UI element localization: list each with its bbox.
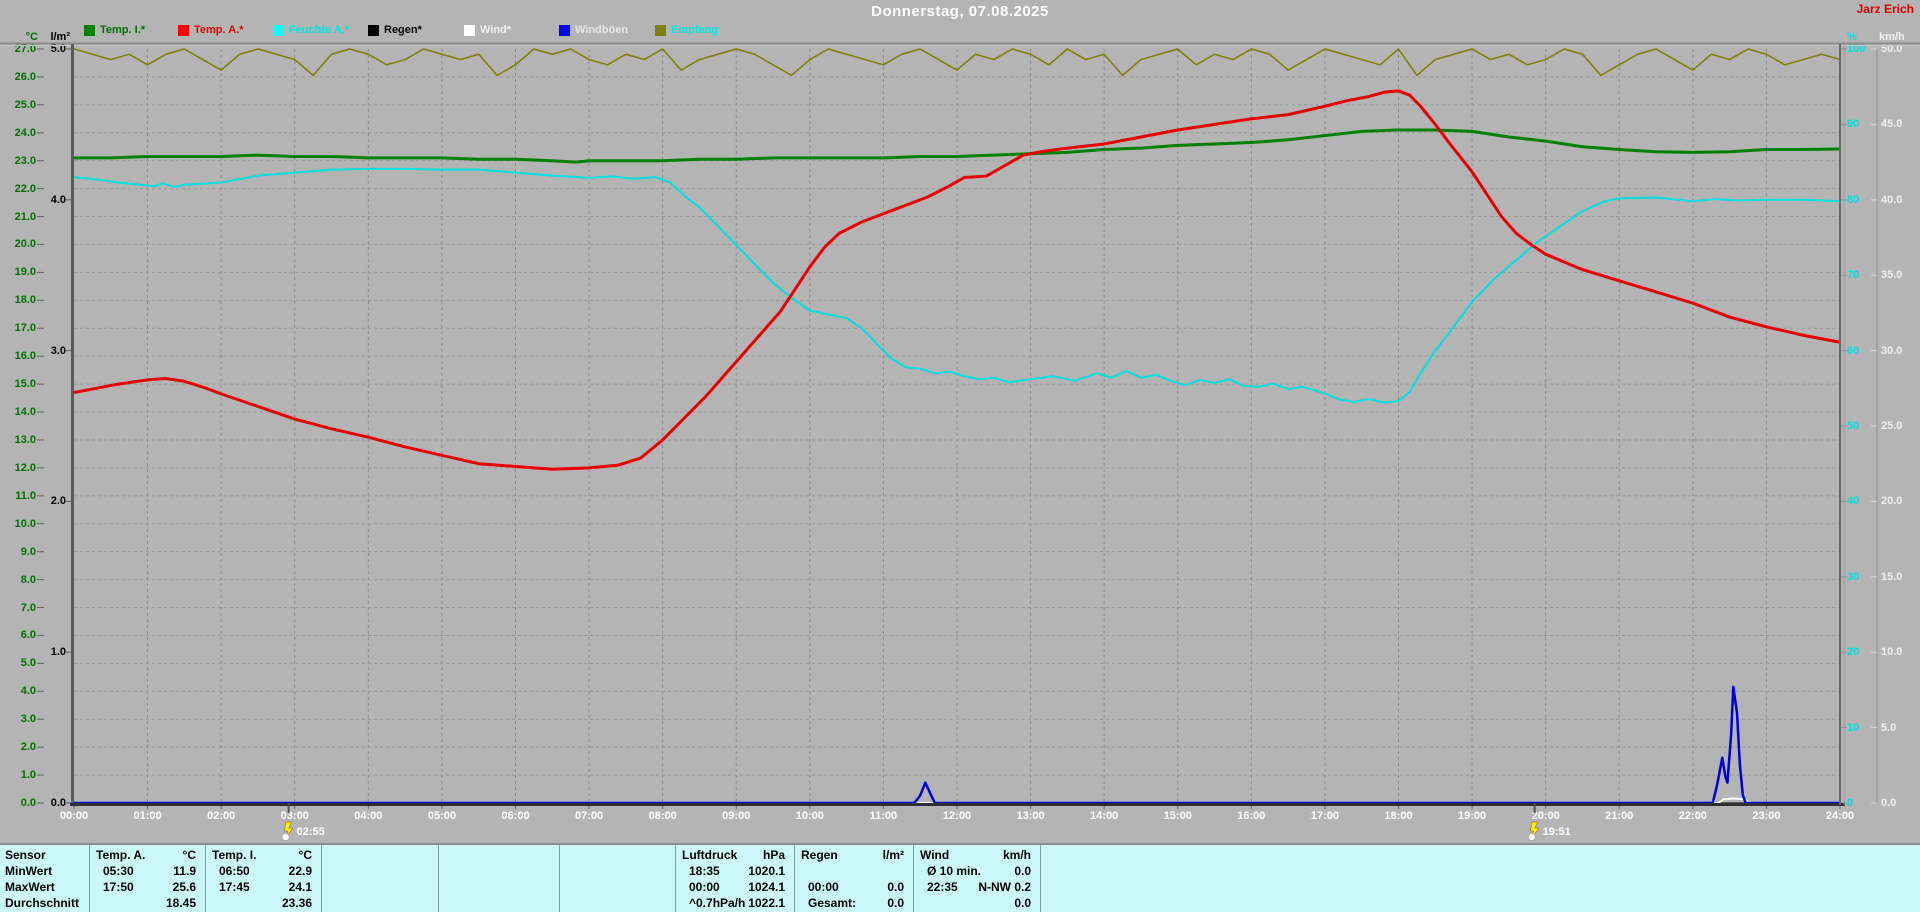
table-value: 22.9 <box>288 864 312 878</box>
table-value: 0.0 <box>887 880 904 894</box>
table-value: 18.45 <box>165 896 196 910</box>
table-col-unit: °C <box>298 848 312 862</box>
table-value: 1020.1 <box>748 864 785 878</box>
weather-app-screen: Donnerstag, 07.08.2025 Jarz Erich °C l/m… <box>0 0 1920 912</box>
table-value: 1022.1 <box>748 896 785 910</box>
table-value: 0.0 <box>887 896 904 910</box>
table-row-header: Durchschnitt <box>5 896 80 910</box>
table-value: 23.36 <box>281 896 312 910</box>
table-divider <box>1040 845 1041 912</box>
table-divider <box>321 845 322 912</box>
table-row-header: MinWert <box>5 864 53 878</box>
chart-canvas <box>0 42 1920 841</box>
stats-table: Sensor MinWert MaxWert Durchschnitt Temp. A.… <box>0 845 1920 912</box>
table-value: 1024.1 <box>748 880 785 894</box>
table-value: 11.9 <box>173 864 196 878</box>
series-group <box>74 48 1841 805</box>
table-col-unit: km/h <box>1002 848 1031 862</box>
marker-dot-icon <box>1527 833 1536 841</box>
table-col-unit: hPa <box>762 848 785 862</box>
marker-dot-icon <box>281 833 290 841</box>
table-row-header: Sensor <box>5 848 46 862</box>
table-row-header: MaxWert <box>5 880 55 894</box>
table-col-unit: l/m² <box>882 848 904 862</box>
table-value: 24.1 <box>288 880 312 894</box>
table-value: N-NW 0.2 <box>978 880 1031 894</box>
table-value: 0.0 <box>1014 864 1031 878</box>
table-divider <box>559 845 560 912</box>
table-col-unit: °C <box>182 848 196 862</box>
table-value: 25.6 <box>172 880 196 894</box>
table-value: 0.0 <box>1014 896 1031 910</box>
table-divider <box>438 845 439 912</box>
